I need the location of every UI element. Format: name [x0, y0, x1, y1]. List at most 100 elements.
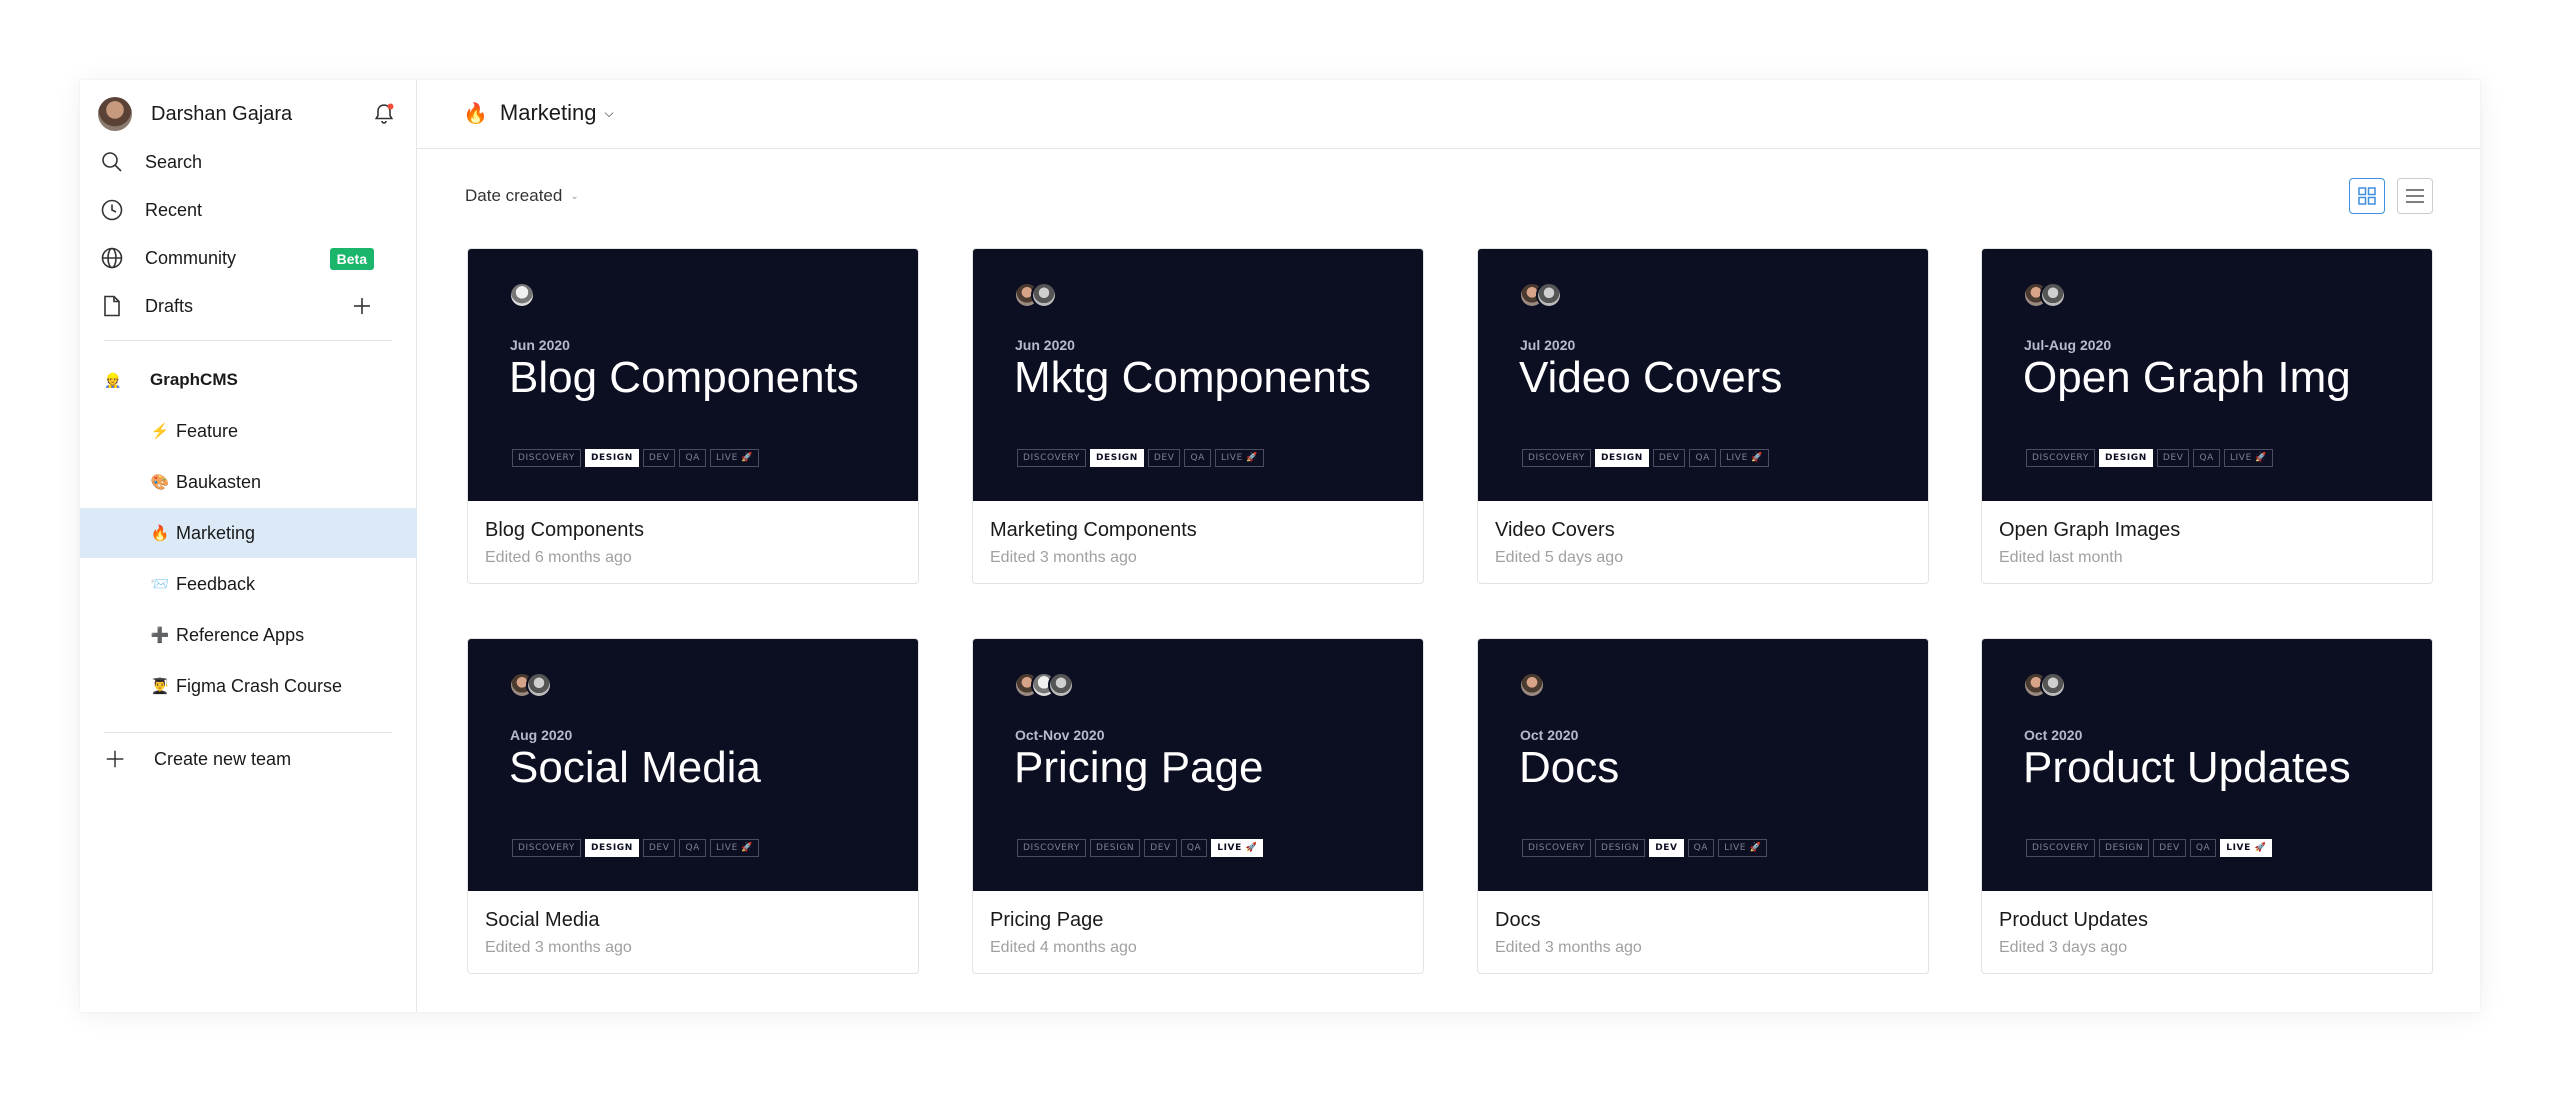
project-label: Marketing [176, 522, 256, 543]
status-tag: DESIGN [2098, 839, 2150, 857]
status-tag: DEV [1144, 839, 1177, 857]
sidebar-item-feature[interactable]: ⚡ Feature [80, 406, 417, 456]
file-thumbnail: Oct 2020 Docs DISCOVERY DESIGN DEV QA LIVE 🚀 [1478, 639, 1928, 891]
team-graphcms[interactable]: 👷 GraphCMS [104, 370, 238, 390]
status-tag: DESIGN [1089, 839, 1141, 857]
project-title-dropdown[interactable]: 🔥 Marketing ⌵ [463, 100, 614, 126]
project-label: Baukasten [176, 471, 262, 492]
status-tag: LIVE 🚀 [1211, 839, 1264, 857]
file-card[interactable]: Oct-Nov 2020 Pricing Page DISCOVERY DESIGN D… [972, 638, 1424, 974]
grid-view-button[interactable] [2349, 178, 2385, 214]
file-thumbnail: Aug 2020 Social Media DISCOVERY DESIGN DEV QA… [468, 639, 918, 891]
clock-icon [98, 196, 126, 224]
inbox-icon: 📨 [150, 576, 170, 593]
sidebar-item-community[interactable]: Community Beta [98, 238, 398, 278]
sort-dropdown[interactable]: Date created ⌄ [465, 186, 579, 206]
status-tag: DEV [642, 449, 676, 467]
status-tag: DISCOVERY [2026, 839, 2095, 857]
project-label: Feedback [176, 573, 256, 594]
user-profile[interactable]: Darshan Gajara [98, 94, 398, 134]
avatar [98, 97, 132, 131]
status-tag: DISCOVERY [512, 449, 581, 467]
cover-title: Open Graph Img [2023, 353, 2351, 402]
sidebar-item-label: Drafts [145, 295, 194, 316]
list-icon [2406, 189, 2424, 203]
status-tag: LIVE 🚀 [709, 449, 760, 467]
project-label: Feature [176, 420, 239, 441]
file-edited: Edited 3 months ago [1495, 939, 1642, 956]
status-tag: LIVE 🚀 [1719, 449, 1770, 467]
status-tag: DEV [2156, 449, 2190, 467]
status-tag: DISCOVERY [1522, 449, 1591, 467]
avatar [1031, 282, 1057, 308]
status-tag: DISCOVERY [1522, 839, 1591, 857]
team-icon: 👷 [104, 371, 122, 388]
add-draft-button[interactable] [350, 294, 374, 318]
file-card[interactable]: Oct 2020 Docs DISCOVERY DESIGN DEV QA LIVE 🚀 Do… [1477, 638, 1929, 974]
status-tag: DESIGN [1594, 449, 1649, 467]
project-label: Figma Crash Course [176, 675, 343, 696]
status-tag: QA [1689, 449, 1716, 467]
sort-label: Date created [465, 186, 563, 205]
sidebar-item-feedback[interactable]: 📨 Feedback [80, 559, 417, 609]
create-team-label: Create new team [154, 748, 292, 769]
file-card[interactable]: Jul-Aug 2020 Open Graph Img DISCOVERY DESIG… [1981, 248, 2433, 584]
file-thumbnail: Jun 2020 Mktg Components DISCOVERY DESIGN DE… [973, 249, 1423, 501]
file-thumbnail: Oct-Nov 2020 Pricing Page DISCOVERY DESIGN D… [973, 639, 1423, 891]
sidebar-item-baukasten[interactable]: 🎨 Baukasten [80, 457, 417, 507]
file-thumbnail: Oct 2020 Product Updates DISCOVERY DESIGN DE… [1982, 639, 2432, 891]
cover-date: Jun 2020 [510, 337, 570, 353]
avatar [1048, 672, 1074, 698]
status-tag: DESIGN [1089, 449, 1144, 467]
collaborator-avatars [1519, 672, 1545, 698]
sidebar-item-recent[interactable]: Recent [98, 190, 398, 230]
cover-date: Oct 2020 [2024, 727, 2083, 743]
status-tag: QA [1184, 449, 1211, 467]
file-card[interactable]: Jun 2020 Mktg Components DISCOVERY DESIGN DE… [972, 248, 1424, 584]
plus-square-icon: ➕ [150, 627, 170, 644]
status-tag: DESIGN [584, 449, 639, 467]
file-thumbnail: Jul-Aug 2020 Open Graph Img DISCOVERY DESIG… [1982, 249, 2432, 501]
file-card[interactable]: Aug 2020 Social Media DISCOVERY DESIGN DEV QA… [467, 638, 919, 974]
status-tag: QA [2189, 839, 2217, 857]
file-edited: Edited 3 months ago [990, 549, 1137, 566]
list-view-button[interactable] [2397, 178, 2433, 214]
status-tag: DISCOVERY [512, 839, 581, 857]
file-name: Blog Components [485, 519, 644, 541]
status-tags: DISCOVERY DESIGN DEV QA LIVE 🚀 [1017, 449, 1268, 467]
cover-date: Oct-Nov 2020 [1015, 727, 1105, 743]
status-tag: DESIGN [584, 839, 639, 857]
create-team-button[interactable]: Create new team [104, 748, 291, 770]
status-tag: LIVE 🚀 [709, 839, 760, 857]
file-card[interactable]: Jul 2020 Video Covers DISCOVERY DESIGN DEV QA… [1477, 248, 1929, 584]
sidebar-item-marketing[interactable]: 🔥 Marketing [80, 508, 417, 558]
status-tag: DEV [1652, 449, 1686, 467]
chevron-down-icon: ⌵ [604, 105, 614, 120]
status-tags: DISCOVERY DESIGN DEV QA LIVE 🚀 [2026, 839, 2276, 857]
globe-icon [98, 244, 126, 272]
sidebar-item-drafts[interactable]: Drafts [98, 286, 398, 326]
status-tag: LIVE 🚀 [2220, 839, 2273, 857]
file-card[interactable]: Jun 2020 Blog Components DISCOVERY DESIGN DE… [467, 248, 919, 584]
cover-title: Video Covers [1519, 353, 1783, 402]
file-edited: Edited 3 days ago [1999, 939, 2128, 956]
status-tag: QA [679, 449, 706, 467]
file-name: Open Graph Images [1999, 519, 2181, 541]
sidebar-item-figma-crash-course[interactable]: 👨‍🎓 Figma Crash Course [80, 661, 417, 711]
bell-icon[interactable] [372, 102, 396, 126]
sidebar-item-search[interactable]: Search [98, 142, 398, 182]
project-label: Reference Apps [176, 624, 305, 645]
status-tags: DISCOVERY DESIGN DEV QA LIVE 🚀 [512, 449, 763, 467]
status-tag: DEV [2153, 839, 2186, 857]
sidebar-item-reference-apps[interactable]: ➕ Reference Apps [80, 610, 417, 660]
header: 🔥 Marketing ⌵ [417, 80, 2480, 149]
file-thumbnail: Jul 2020 Video Covers DISCOVERY DESIGN DEV QA… [1478, 249, 1928, 501]
fire-icon: 🔥 [150, 525, 170, 542]
file-card[interactable]: Oct 2020 Product Updates DISCOVERY DESIGN DE… [1981, 638, 2433, 974]
status-tag: LIVE 🚀 [1718, 839, 1768, 857]
file-name: Product Updates [1999, 909, 2148, 931]
avatar [1519, 672, 1545, 698]
main-content: 🔥 Marketing ⌵ Date created ⌄ Jun 2020 Bl… [417, 80, 2480, 1012]
page-title: Marketing [499, 100, 597, 125]
sidebar-item-label: Search [145, 151, 203, 172]
